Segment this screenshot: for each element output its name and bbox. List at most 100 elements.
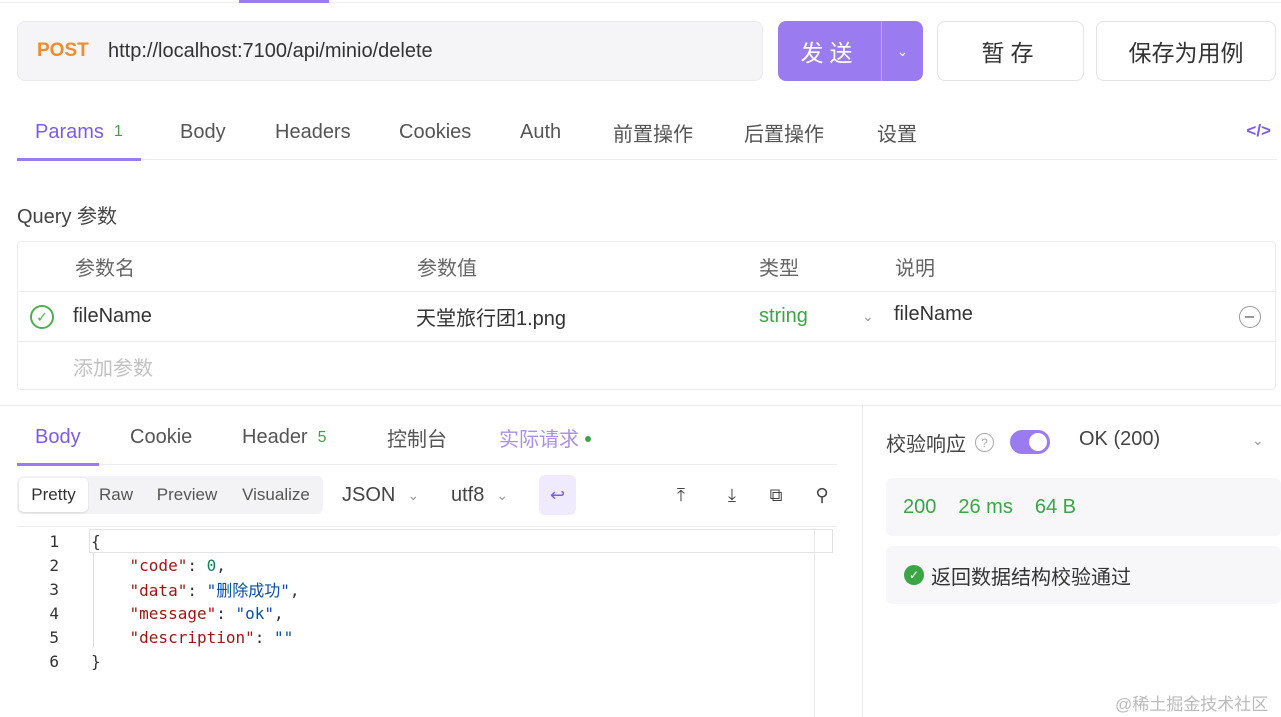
code-snippet-icon[interactable]: </>: [1246, 121, 1271, 141]
column-header-description: 说明: [895, 258, 935, 280]
line-number: 6: [49, 651, 59, 671]
code-text: "message": "ok",: [129, 603, 284, 623]
tab-body[interactable]: Body: [180, 104, 226, 160]
line-number: 4: [49, 603, 59, 623]
chevron-down-icon: ⌄: [496, 486, 509, 503]
code-text: {: [91, 531, 101, 551]
view-mode-group: Pretty Raw Preview Visualize: [17, 476, 323, 514]
column-header-name: 参数名: [75, 258, 135, 280]
section-divider: [0, 405, 1281, 406]
code-text: }: [91, 651, 101, 671]
view-pretty-button[interactable]: Pretty: [19, 478, 88, 512]
tab-actual-request[interactable]: 实际请求: [499, 410, 591, 465]
url-input[interactable]: http://localhost:7100/api/minio/delete: [108, 40, 433, 63]
tab-response-cookie[interactable]: Cookie: [130, 410, 192, 465]
query-params-title: Query 参数: [17, 206, 118, 228]
chevron-down-icon[interactable]: ⌄: [882, 43, 923, 60]
json-code-value: 0: [206, 555, 217, 575]
view-raw-button[interactable]: Raw: [90, 478, 142, 512]
param-value[interactable]: 天堂旅行团1.png: [416, 292, 566, 341]
tab-params[interactable]: Params 1: [17, 104, 141, 161]
format-value: JSON: [342, 483, 396, 506]
response-status-select[interactable]: OK (200): [1079, 428, 1160, 451]
chevron-down-icon[interactable]: ⌄: [1252, 432, 1264, 449]
encoding-select[interactable]: utf8 ⌄: [451, 476, 508, 514]
table-header-row: 参数名 参数值 类型 说明: [18, 242, 1275, 292]
save-button[interactable]: 暂存: [937, 21, 1084, 81]
send-label: 发送: [800, 40, 859, 66]
response-time: 26 ms: [958, 495, 1013, 518]
tab-response-body[interactable]: Body: [17, 410, 99, 466]
code-line: 6 }: [17, 649, 837, 673]
code-text: "description": "": [129, 627, 294, 647]
scroll-top-icon[interactable]: ⤒: [670, 484, 692, 506]
line-number: 2: [49, 555, 59, 575]
tab-auth[interactable]: Auth: [520, 104, 561, 160]
query-params-table: 参数名 参数值 类型 说明 ✓ fileName 天堂旅行团1.png stri…: [17, 241, 1276, 390]
tab-console[interactable]: 控制台: [387, 410, 447, 465]
code-line: 4 "message": "ok",: [17, 601, 837, 625]
table-row: ✓ fileName 天堂旅行团1.png string ⌄ fileName: [18, 292, 1275, 342]
tab-headers[interactable]: Headers: [275, 104, 351, 160]
view-visualize-button[interactable]: Visualize: [235, 478, 317, 512]
search-icon[interactable]: ⚲: [811, 484, 833, 506]
tab-post-operations[interactable]: 后置操作: [744, 104, 824, 160]
method-select[interactable]: POST: [37, 40, 107, 62]
response-tabs: Body Cookie Header 5 控制台 实际请求: [17, 410, 837, 466]
json-message-value: ok: [245, 603, 265, 623]
tab-params-label: Params: [35, 120, 104, 143]
send-button[interactable]: 发送 ⌄: [778, 21, 923, 81]
copy-icon[interactable]: ⧉: [765, 484, 787, 506]
panel-divider[interactable]: [862, 405, 863, 717]
code-text: "code": 0,: [129, 555, 226, 575]
validate-response-label: 校验响应 ?: [886, 428, 994, 457]
response-size: 64 B: [1034, 495, 1076, 518]
tab-actual-request-label: 实际请求: [499, 429, 579, 451]
response-editor[interactable]: 1 { 2 "code": 0, 3 "data": "删除成功", 4 "me…: [17, 526, 837, 717]
code-line: 3 "data": "删除成功",: [17, 577, 837, 601]
param-type-select[interactable]: string: [759, 292, 808, 341]
url-bar[interactable]: POST http://localhost:7100/api/minio/del…: [17, 21, 763, 81]
column-header-type: 类型: [759, 258, 799, 280]
status-code: 200: [903, 495, 937, 518]
chevron-down-icon: ⌄: [407, 486, 420, 503]
header-count-badge: 5: [317, 428, 327, 446]
help-icon[interactable]: ?: [975, 433, 994, 452]
code-line: 2 "code": 0,: [17, 553, 837, 577]
save-as-example-button[interactable]: 保存为用例: [1096, 21, 1276, 81]
validate-toggle[interactable]: [1010, 430, 1050, 454]
encoding-value: utf8: [451, 483, 485, 506]
json-data-value: 删除成功: [216, 581, 281, 600]
check-circle-icon: ✓: [904, 565, 924, 585]
top-tab-strip: [0, 0, 1281, 3]
tab-pre-operations[interactable]: 前置操作: [613, 104, 693, 160]
chevron-down-icon[interactable]: ⌄: [862, 292, 874, 341]
line-number: 3: [49, 579, 59, 599]
tab-cookies[interactable]: Cookies: [399, 104, 471, 160]
tab-response-header-label: Header: [242, 426, 308, 448]
add-param-row[interactable]: 添加参数: [18, 342, 1275, 390]
param-description[interactable]: fileName: [894, 290, 973, 339]
view-preview-button[interactable]: Preview: [148, 478, 226, 512]
line-number: 5: [49, 627, 59, 647]
code-line: 1 {: [17, 529, 837, 553]
request-tabs: Params 1 Body Headers Cookies Auth 前置操作 …: [17, 104, 1277, 161]
status-dot: [585, 435, 591, 442]
tab-settings[interactable]: 设置: [877, 104, 917, 160]
tab-response-header[interactable]: Header 5: [242, 410, 327, 465]
code-text: "data": "删除成功",: [129, 581, 300, 600]
validate-label-text: 校验响应: [886, 434, 966, 456]
active-tab-indicator: [239, 0, 329, 3]
download-icon[interactable]: ⤓: [721, 484, 743, 506]
enabled-check-icon[interactable]: ✓: [30, 305, 54, 329]
validation-result-text: 返回数据结构校验通过: [931, 566, 1131, 589]
format-select[interactable]: JSON ⌄: [342, 476, 419, 514]
word-wrap-icon[interactable]: ↩: [539, 475, 576, 515]
watermark: @稀土掘金技术社区: [1115, 695, 1269, 714]
validation-result: ✓ 返回数据结构校验通过: [886, 546, 1281, 604]
remove-param-icon[interactable]: [1239, 306, 1261, 328]
param-name[interactable]: fileName: [73, 292, 152, 341]
response-stats: 200 26 ms 64 B: [886, 478, 1281, 536]
add-param-placeholder[interactable]: 添加参数: [73, 342, 153, 390]
column-header-value: 参数值: [417, 258, 477, 280]
